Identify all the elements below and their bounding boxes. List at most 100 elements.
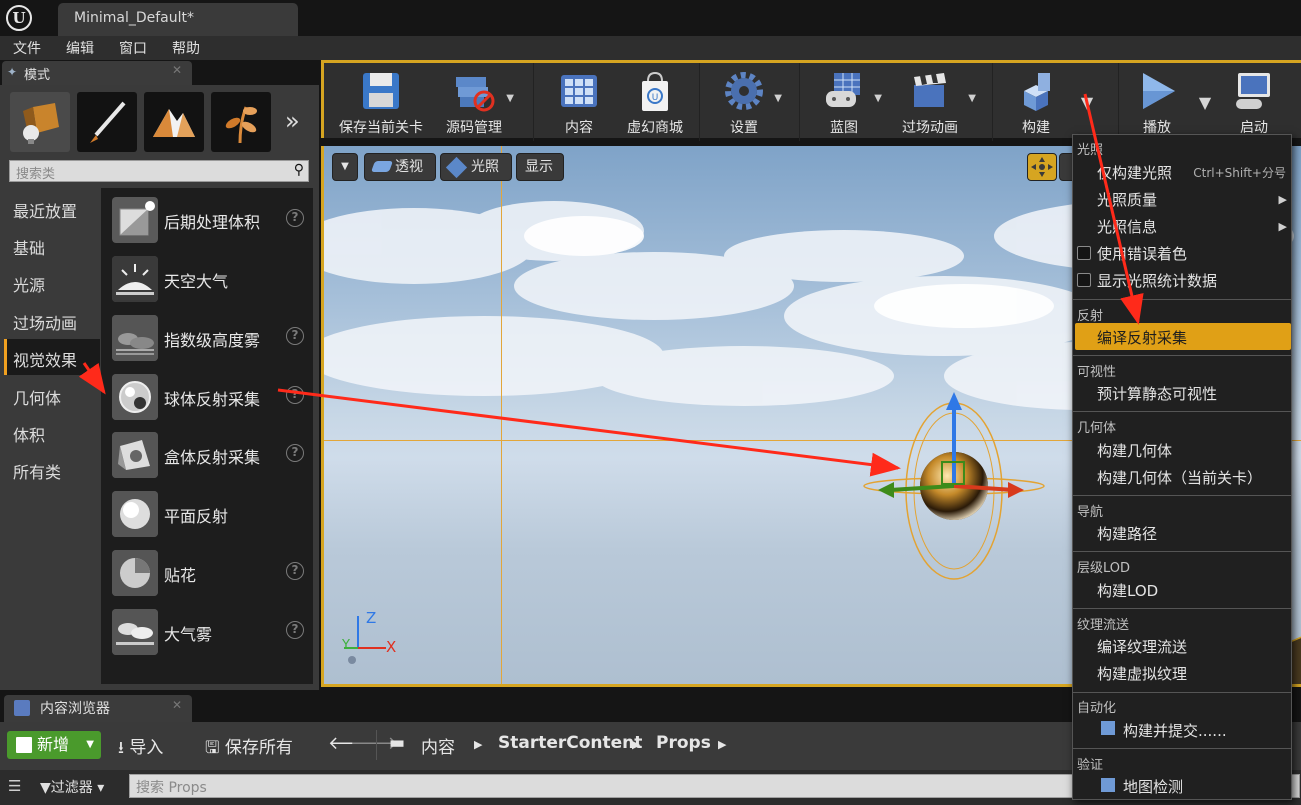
help-icon[interactable]: ? — [286, 444, 304, 462]
list-item[interactable]: 指数级高度雾 ? — [108, 313, 308, 365]
clapperboard-icon — [914, 73, 946, 107]
menu-file[interactable]: 文件 — [0, 38, 53, 58]
add-new-label: 新增 — [37, 735, 70, 754]
list-item-label: 平面反射 — [164, 507, 229, 526]
build-button[interactable]: 构建 — [1000, 63, 1072, 141]
list-item[interactable]: 球体反射采集 ? — [108, 372, 308, 424]
breadcrumb-startercontent[interactable]: StarterContent — [498, 733, 642, 753]
paint-mode-icon[interactable] — [77, 92, 137, 152]
modes-tab-close-icon[interactable]: ✕ — [172, 63, 182, 77]
error-coloring-checkbox[interactable] — [1077, 246, 1091, 260]
blueprints-dropdown-icon[interactable]: ▼ — [874, 93, 882, 104]
category-recent[interactable]: 最近放置 — [4, 190, 100, 226]
category-geometry[interactable]: 几何体 — [4, 377, 100, 413]
source-control-dropdown-icon[interactable]: ▼ — [506, 93, 514, 104]
foliage-mode-icon[interactable] — [211, 92, 271, 152]
menu-edit[interactable]: 编辑 — [53, 38, 106, 58]
content-grid-icon — [561, 75, 597, 107]
play-button[interactable]: 播放 — [1124, 63, 1190, 141]
category-all-classes[interactable]: 所有类 — [4, 451, 100, 487]
breadcrumb-arrow-icon[interactable]: ▶ — [632, 738, 640, 751]
build-virtual-texture-item[interactable]: 构建虚拟纹理 — [1097, 663, 1187, 684]
category-lights[interactable]: 光源 — [4, 264, 100, 300]
save-current-level-button[interactable]: 保存当前关卡 — [330, 63, 432, 141]
build-lighting-only-item[interactable]: 仅构建光照 — [1097, 162, 1172, 183]
import-button[interactable]: ⭳ 导入 — [118, 733, 163, 764]
list-item[interactable]: 后期处理体积 ? — [108, 195, 308, 247]
build-lod-item[interactable]: 构建LOD — [1097, 580, 1158, 601]
map-check-item[interactable]: 地图检测 — [1123, 776, 1183, 797]
cinematics-dropdown-icon[interactable]: ▼ — [968, 93, 976, 104]
list-item[interactable]: 盒体反射采集 ? — [108, 430, 308, 482]
category-volumes[interactable]: 体积 — [4, 414, 100, 450]
show-button[interactable]: 显示 — [516, 153, 564, 181]
breadcrumb-arrow-icon[interactable]: ▶ — [474, 738, 482, 751]
settings-dropdown-icon[interactable]: ▼ — [774, 93, 782, 104]
content-browser-tab[interactable]: 内容浏览器 ✕ — [4, 695, 192, 722]
blueprints-button[interactable]: ▼ 蓝图 — [808, 63, 882, 141]
category-visual-effects[interactable]: 视觉效果 — [4, 339, 100, 375]
marketplace-button[interactable]: U 虚幻商城 — [614, 63, 696, 141]
import-icon: ⭳ — [118, 738, 130, 758]
list-item[interactable]: 天空大气 — [108, 254, 308, 306]
settings-button[interactable]: ▼ 设置 — [704, 63, 784, 141]
add-new-button[interactable]: 新增 ▼ — [7, 731, 101, 759]
menu-bar: 文件 编辑 窗口 帮助 — [0, 36, 1301, 60]
svg-text:U: U — [652, 93, 659, 103]
more-modes-icon[interactable]: » — [285, 107, 300, 135]
use-error-coloring-item[interactable]: 使用错误着色 — [1097, 243, 1187, 264]
play-dropdown-icon[interactable]: ▼ — [1198, 93, 1212, 112]
breadcrumb-content[interactable]: 内容 — [421, 733, 455, 758]
list-item[interactable]: 贴花 ? — [108, 548, 308, 600]
class-search-input[interactable]: 搜索类 ⚲ — [9, 160, 309, 182]
content-button[interactable]: 内容 — [544, 63, 614, 141]
lit-mode-button[interactable]: 光照 — [440, 153, 512, 181]
source-control-button[interactable]: ▼ 源码管理 — [432, 63, 516, 141]
breadcrumb-props[interactable]: Props — [656, 733, 711, 753]
source-control-label: 源码管理 — [446, 120, 502, 136]
perspective-button[interactable]: 透视 — [364, 153, 436, 181]
category-basic[interactable]: 基础 — [4, 227, 100, 263]
lighting-quality-item[interactable]: 光照质量 — [1097, 189, 1157, 210]
show-lighting-stats-item[interactable]: 显示光照统计数据 — [1097, 270, 1217, 291]
menu-window[interactable]: 窗口 — [106, 38, 159, 58]
folder-icon: ▬ — [389, 733, 406, 753]
lighting-info-item[interactable]: 光照信息 — [1097, 216, 1157, 237]
section-visibility: 可视性 — [1077, 365, 1117, 380]
launch-button[interactable]: 启动 — [1218, 63, 1290, 141]
build-geometry-item[interactable]: 构建几何体 — [1097, 440, 1172, 461]
level-tab[interactable]: Minimal_Default* — [58, 3, 298, 36]
list-item-label: 指数级高度雾 — [164, 331, 261, 350]
category-cinematic[interactable]: 过场动画 — [4, 302, 100, 338]
menu-help[interactable]: 帮助 — [159, 38, 212, 58]
list-item[interactable]: 平面反射 — [108, 489, 308, 541]
help-icon[interactable]: ? — [286, 562, 304, 580]
breadcrumb-arrow-icon[interactable]: ▶ — [718, 738, 726, 751]
place-mode-icon[interactable] — [10, 92, 70, 152]
build-texture-streaming-item[interactable]: 编译纹理流送 — [1097, 636, 1187, 657]
build-dropdown-icon[interactable]: ▼ — [1080, 93, 1094, 112]
translate-tool-icon[interactable] — [1027, 153, 1057, 181]
help-icon[interactable]: ? — [286, 209, 304, 227]
section-lighting: 光照 — [1077, 143, 1104, 158]
lighting-stats-checkbox[interactable] — [1077, 273, 1091, 287]
help-icon[interactable]: ? — [286, 621, 304, 639]
save-all-button[interactable]: 🖫 保存所有 — [205, 733, 293, 764]
modes-tab[interactable]: ✦ 模式 ✕ — [2, 61, 192, 85]
build-and-submit-item[interactable]: 构建并提交...... — [1123, 720, 1227, 741]
sources-toggle-icon[interactable]: ☰ — [8, 777, 21, 795]
viewport-options-button[interactable]: ▼ — [332, 153, 358, 181]
build-reflection-captures-item[interactable]: 编译反射采集 — [1097, 327, 1187, 348]
landscape-mode-icon[interactable] — [144, 92, 204, 152]
sphere-reflection-capture-actor[interactable] — [854, 386, 1054, 586]
build-geometry-current-item[interactable]: 构建几何体（当前关卡） — [1097, 467, 1262, 488]
section-verification: 验证 — [1077, 758, 1104, 773]
list-item[interactable]: 大气雾 ? — [108, 607, 308, 659]
precompute-visibility-item[interactable]: 预计算静态可视性 — [1097, 383, 1217, 404]
content-browser-close-icon[interactable]: ✕ — [172, 698, 182, 712]
cinematics-button[interactable]: ▼ 过场动画 — [890, 63, 976, 141]
help-icon[interactable]: ? — [286, 386, 304, 404]
build-paths-item[interactable]: 构建路径 — [1097, 523, 1157, 544]
help-icon[interactable]: ? — [286, 327, 304, 345]
filters-button[interactable]: ▼过滤器 ▾ — [40, 777, 104, 797]
